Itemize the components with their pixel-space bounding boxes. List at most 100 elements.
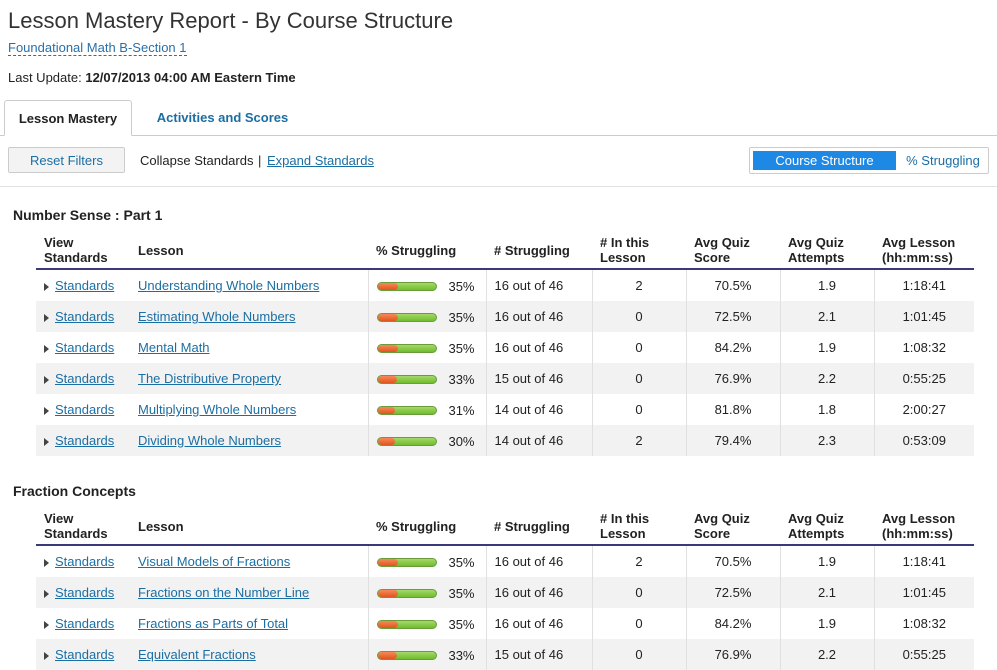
- avg-lesson-time-cell: 0:55:25: [874, 639, 974, 670]
- lesson-link[interactable]: Visual Models of Fractions: [138, 554, 290, 569]
- lesson-link[interactable]: Estimating Whole Numbers: [138, 309, 296, 324]
- standards-cell: Standards: [36, 332, 130, 363]
- avg-lesson-time-cell: 0:55:25: [874, 363, 974, 394]
- expand-caret-icon[interactable]: [44, 437, 49, 446]
- filter-toolbar: Reset Filters Collapse Standards | Expan…: [0, 136, 997, 187]
- lesson-cell: Dividing Whole Numbers: [130, 425, 369, 456]
- lesson-link[interactable]: Equivalent Fractions: [138, 647, 256, 662]
- struggling-progress-fill: [377, 375, 397, 383]
- expand-caret-icon[interactable]: [44, 406, 49, 415]
- expand-caret-icon[interactable]: [44, 375, 49, 384]
- avg-lesson-time-cell: 1:18:41: [902, 278, 946, 293]
- struggling-progress-bar: [376, 281, 437, 291]
- struggling-progress-fill: [377, 589, 398, 597]
- table-row: Standards Fractions as Parts of Total 35% 1…: [36, 608, 974, 639]
- expand-caret-icon[interactable]: [44, 620, 49, 629]
- pct-struggling-cell: 35%: [368, 608, 487, 639]
- pct-struggling-value: 35%: [448, 616, 475, 632]
- table-header-row: View Standards Lesson% Struggling # Struggl…: [36, 232, 974, 270]
- lesson-link[interactable]: Mental Math: [138, 340, 210, 355]
- lesson-table: View Standards Lesson% Struggling # Struggl…: [36, 232, 974, 456]
- expand-caret-icon[interactable]: [44, 313, 49, 322]
- expand-caret-icon[interactable]: [44, 282, 49, 291]
- avg-quiz-score-cell: 72.5%: [686, 301, 781, 332]
- struggling-progress-bar: [376, 619, 437, 629]
- col-header-avg-lesson-time[interactable]: Avg Lesson (hh:mm:ss): [874, 232, 974, 270]
- col-header-in-lesson[interactable]: # In this Lesson: [592, 232, 686, 270]
- col-header-num-struggling[interactable]: # Struggling: [486, 508, 592, 546]
- standards-link[interactable]: Standards: [55, 647, 114, 662]
- struggling-progress-fill: [377, 620, 398, 628]
- avg-lesson-time-cell: 1:01:45: [874, 301, 974, 332]
- standards-link[interactable]: Standards: [55, 278, 114, 293]
- avg-quiz-attempts-cell: 1.9: [780, 545, 875, 577]
- in-lesson-cell: 0: [592, 363, 687, 394]
- standards-cell: Standards: [36, 269, 130, 301]
- col-header-avg-lesson-time[interactable]: Avg Lesson (hh:mm:ss): [874, 508, 974, 546]
- num-struggling-cell: 16 out of 46: [486, 545, 593, 577]
- expand-caret-icon[interactable]: [44, 344, 49, 353]
- in-lesson-cell: 2: [592, 269, 687, 301]
- col-header-avg-quiz-attempts[interactable]: Avg Quiz Attempts: [780, 232, 874, 270]
- col-header-avg-quiz-attempts[interactable]: Avg Quiz Attempts: [780, 508, 874, 546]
- lesson-link[interactable]: Dividing Whole Numbers: [138, 433, 281, 448]
- col-header-num-struggling[interactable]: # Struggling: [486, 232, 592, 270]
- standards-link[interactable]: Standards: [55, 402, 114, 417]
- expand-caret-icon[interactable]: [44, 589, 49, 598]
- standards-link[interactable]: Standards: [55, 371, 114, 386]
- lesson-link[interactable]: The Distributive Property: [138, 371, 281, 386]
- avg-quiz-attempts-cell: 2.1: [780, 301, 875, 332]
- col-header-avg-quiz-score[interactable]: Avg Quiz Score: [686, 232, 780, 270]
- lesson-link[interactable]: Multiplying Whole Numbers: [138, 402, 296, 417]
- expand-standards-link[interactable]: Expand Standards: [267, 153, 374, 168]
- avg-lesson-time-cell: 1:08:32: [902, 340, 946, 355]
- col-header-pct-struggling[interactable]: % Struggling: [368, 508, 486, 546]
- lesson-cell: Understanding Whole Numbers: [130, 269, 369, 301]
- standards-link[interactable]: Standards: [55, 309, 114, 324]
- table-row: Standards Understanding Whole Numbers 35% 1…: [36, 269, 974, 301]
- course-section-link[interactable]: Foundational Math B-Section 1: [8, 40, 187, 56]
- pct-struggling-toggle-button[interactable]: % Struggling: [900, 151, 986, 170]
- standards-cell: Standards: [36, 639, 130, 670]
- struggling-progress-bar: [376, 588, 437, 598]
- avg-lesson-time-cell: 2:00:27: [902, 402, 946, 417]
- pct-struggling-value: 33%: [448, 371, 475, 387]
- col-header-lesson[interactable]: Lesson: [130, 508, 368, 546]
- standards-link[interactable]: Standards: [55, 340, 114, 355]
- col-header-in-lesson[interactable]: # In this Lesson: [592, 508, 686, 546]
- col-header-view-standards: View Standards: [36, 508, 130, 546]
- table-row: Standards Dividing Whole Numbers 30% 14 out…: [36, 425, 974, 456]
- col-header-avg-quiz-score[interactable]: Avg Quiz Score: [686, 508, 780, 546]
- course-structure-toggle-button[interactable]: Course Structure: [753, 151, 896, 170]
- reset-filters-button[interactable]: Reset Filters: [8, 147, 125, 173]
- table-row: Standards Visual Models of Fractions 35% 16…: [36, 545, 974, 577]
- standards-cell: Standards: [36, 363, 130, 394]
- col-header-pct-struggling[interactable]: % Struggling: [368, 232, 486, 270]
- pct-struggling-value: 33%: [448, 647, 475, 663]
- lesson-link[interactable]: Fractions as Parts of Total: [138, 616, 288, 631]
- lesson-link[interactable]: Fractions on the Number Line: [138, 585, 309, 600]
- expand-caret-icon[interactable]: [44, 558, 49, 567]
- table-row: Standards Estimating Whole Numbers 35% 16 o…: [36, 301, 974, 332]
- view-toggle: Course Structure % Struggling: [749, 147, 989, 174]
- standards-link[interactable]: Standards: [55, 616, 114, 631]
- expand-caret-icon[interactable]: [44, 651, 49, 660]
- lesson-link[interactable]: Understanding Whole Numbers: [138, 278, 319, 293]
- report-tabs: Lesson Mastery Activities and Scores: [0, 100, 997, 136]
- lesson-cell: The Distributive Property: [130, 363, 369, 394]
- in-lesson-cell: 0: [592, 332, 687, 363]
- col-header-lesson[interactable]: Lesson: [130, 232, 368, 270]
- standards-link[interactable]: Standards: [55, 554, 114, 569]
- tab-lesson-mastery[interactable]: Lesson Mastery: [4, 100, 132, 136]
- table-row: Standards The Distributive Property 33% 15 …: [36, 363, 974, 394]
- avg-quiz-score-cell: 70.5%: [686, 545, 781, 577]
- standards-cell: Standards: [36, 394, 130, 425]
- page-title: Lesson Mastery Report - By Course Struct…: [8, 8, 454, 33]
- standards-link[interactable]: Standards: [55, 585, 114, 600]
- struggling-progress-bar: [376, 312, 437, 322]
- tab-activities-and-scores[interactable]: Activities and Scores: [145, 100, 300, 135]
- standards-link[interactable]: Standards: [55, 433, 114, 448]
- avg-quiz-score-cell: 70.5%: [686, 269, 781, 301]
- avg-quiz-score-cell: 79.4%: [686, 425, 781, 456]
- pct-struggling-value: 35%: [448, 309, 475, 325]
